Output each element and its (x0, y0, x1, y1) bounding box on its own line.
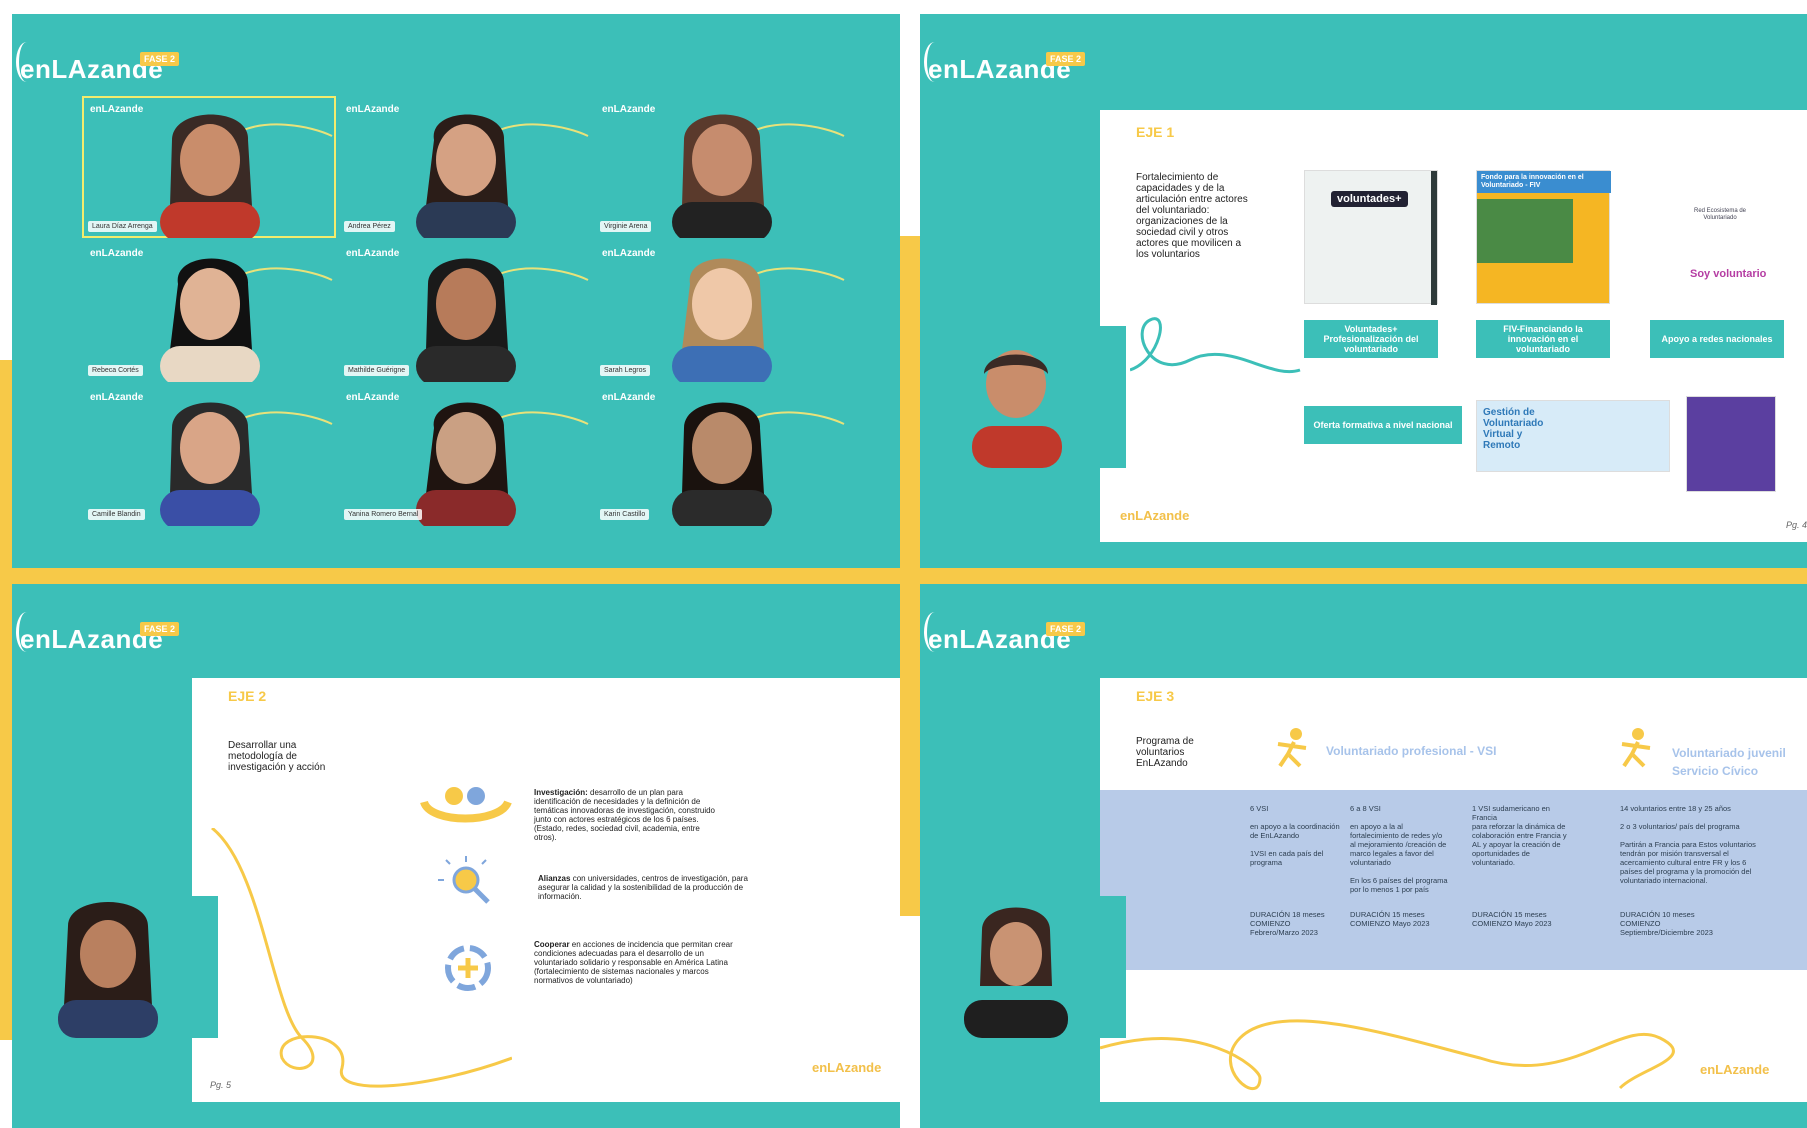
participant-tile[interactable]: enLAzande Yanina Romero Bernal (338, 384, 592, 526)
program-column-body: en apoyo a la al fortalecimiento de rede… (1350, 822, 1448, 894)
eje1-card-redes: Apoyo a redes nacionales (1650, 320, 1784, 358)
video-grid-panel: enLAzande FASE 2 enLAzande Laura Díaz Ar… (12, 14, 900, 568)
participant-name: Andrea Pérez (344, 221, 395, 232)
soy-voluntario-logo: Soy voluntario (1690, 268, 1767, 280)
eje2-item-investigacion: Investigación: desarrollo de un plan par… (534, 788, 715, 842)
decorative-swirl (1130, 317, 1301, 374)
red-ecosistema-thumbnail: Red Ecosistema de Voluntariado Soy volun… (1650, 170, 1784, 304)
program-column-head: 1 VSI sudamericano en Francia (1472, 804, 1550, 822)
fiv-thumbnail: Fondo para la innovación en el Voluntari… (1476, 170, 1611, 304)
phase-badge: FASE 2 (140, 52, 180, 66)
phase-badge: FASE 2 (140, 622, 180, 636)
participant-name: Rebeca Cortés (88, 365, 143, 376)
speaker-video-tile (920, 896, 1126, 1038)
participant-tile[interactable]: enLAzande Camille Blandin (82, 384, 336, 526)
eje-heading: EJE 2 (228, 688, 267, 704)
participant-avatar (160, 258, 333, 382)
red-ecosistema-title: Red Ecosistema de Voluntariado (1693, 208, 1747, 221)
participant-name: Virginie Arena (600, 221, 652, 232)
research-icon (420, 787, 512, 823)
eje2-panel: enLAzande FASE 2 EJE 2 Desarrollar una m… (12, 584, 900, 1128)
eje-description: Fortalecimiento de capacidades y de la a… (1136, 172, 1248, 260)
eje2-item-alianzas: Alianzas con universidades, centros de i… (538, 874, 748, 901)
participant-tile[interactable]: enLAzande Andrea Pérez (338, 96, 592, 238)
speaker-avatar (972, 350, 1062, 468)
speaker-avatar (58, 902, 158, 1038)
voluntades-thumbnail: voluntades+ (1304, 170, 1438, 305)
program-column-duration: DURACIÓN 18 meses COMIENZO Febrero/Marzo… (1250, 910, 1325, 937)
participant-tile[interactable]: enLAzande Sarah Legros (594, 240, 848, 382)
program-column-body: 2 o 3 voluntarios/ país del programa Par… (1620, 822, 1756, 885)
decorative-yellow-ribbon (211, 828, 512, 1088)
participant-avatar (160, 114, 333, 238)
participant-tile[interactable]: enLAzande Karin Castillo (594, 384, 848, 526)
eje1-card-fiv: FIV-Financiando la innovación en el volu… (1476, 320, 1610, 358)
page-number: Pg. 5 (210, 1080, 232, 1090)
page-number: Pg. 4 (1786, 520, 1807, 530)
phase-badge: FASE 2 (1046, 622, 1086, 636)
poster-thumbnail (1686, 396, 1776, 492)
participant-name: Mathilde Guérigne (344, 365, 410, 376)
slide-logo: enLAzande (812, 1060, 882, 1075)
background-yellow-horizontal (0, 566, 1807, 586)
program-column-duration: DURACIÓN 15 meses COMIENZO Mayo 2023 (1350, 910, 1430, 928)
participant-avatar (416, 402, 589, 526)
participant-tile[interactable]: enLAzande Virginie Arena (594, 96, 848, 238)
participant-avatar (416, 258, 589, 382)
eje-heading: EJE 1 (1136, 124, 1175, 140)
program-column-duration: DURACIÓN 10 meses COMIENZO Septiembre/Di… (1620, 910, 1713, 937)
program-vsi-title: Voluntariado profesional - VSI (1326, 744, 1497, 758)
speaker-video-tile (920, 326, 1126, 468)
decorative-yellow-ribbon (1100, 1019, 1675, 1091)
eje-heading: EJE 3 (1136, 688, 1175, 704)
runner-icon (1277, 728, 1307, 768)
participant-tile[interactable]: enLAzande Laura Díaz Arrenga (82, 96, 336, 238)
speaker-video-tile (12, 896, 218, 1038)
participant-avatar (416, 114, 589, 238)
participant-tile[interactable]: enLAzande Mathilde Guérigne (338, 240, 592, 382)
participant-avatar (672, 402, 845, 526)
program-juvenil-title: Voluntariado juvenil Servicio Cívico (1672, 746, 1786, 778)
participant-name: Laura Díaz Arrenga (88, 221, 157, 232)
eje1-panel: enLAzande FASE 2 EJE 1 Fortalecimiento d… (920, 14, 1807, 568)
participant-name: Karin Castillo (600, 509, 650, 520)
program-column-head: 6 VSI (1250, 804, 1269, 813)
program-column-head: 14 voluntarios entre 18 y 25 años (1620, 804, 1731, 813)
runner-icon (1621, 728, 1651, 768)
participant-name: Camille Blandin (88, 509, 145, 520)
eje1-slide: EJE 1 Fortalecimiento de capacidades y d… (1100, 110, 1807, 542)
eje2-item-cooperar: Cooperar en acciones de incidencia que p… (534, 940, 733, 985)
fiv-title: Fondo para la innovación en el Voluntari… (1477, 171, 1611, 193)
gestion-voluntariado-thumbnail: Gestión de Voluntariado Virtual y Remoto (1476, 400, 1670, 472)
phase-badge: FASE 2 (1046, 52, 1086, 66)
participant-avatar (672, 114, 845, 238)
participant-avatar (672, 258, 845, 382)
eje-description: Programa de voluntarios EnLAzando (1136, 736, 1194, 769)
eje3-panel: enLAzande FASE 2 EJE 3 Programa de volun… (920, 584, 1807, 1128)
eje3-slide: EJE 3 Programa de voluntarios EnLAzando … (1100, 678, 1807, 1102)
program-column-body: en apoyo a la coordinación de EnLAzando … (1250, 822, 1340, 867)
eje1-card-voluntades: Voluntades+ Profesionalización del volun… (1304, 320, 1438, 358)
slide-logo: enLAzande (1700, 1062, 1770, 1077)
program-column-body: para reforzar la dinámica de colaboració… (1472, 822, 1567, 867)
participant-avatar (160, 402, 333, 526)
participant-tile[interactable]: enLAzande Rebeca Cortés (82, 240, 336, 382)
program-column-head: 6 a 8 VSI (1350, 804, 1381, 813)
participant-name: Sarah Legros (600, 365, 651, 376)
speaker-avatar (964, 907, 1068, 1038)
eje2-slide: EJE 2 Desarrollar una metodología de inv… (192, 678, 900, 1102)
slide-logo: enLAzande (1120, 508, 1190, 523)
voluntades-title: voluntades+ (1331, 191, 1408, 207)
eje-description: Desarrollar una metodología de investiga… (228, 740, 326, 773)
participant-name: Yanina Romero Bernal (344, 509, 423, 520)
eje1-card-oferta: Oferta formativa a nivel nacional (1304, 406, 1462, 444)
program-column-duration: DURACIÓN 15 meses COMIENZO Mayo 2023 (1472, 910, 1552, 928)
gestion-title: Gestión de Voluntariado Virtual y Remoto (1483, 407, 1544, 451)
